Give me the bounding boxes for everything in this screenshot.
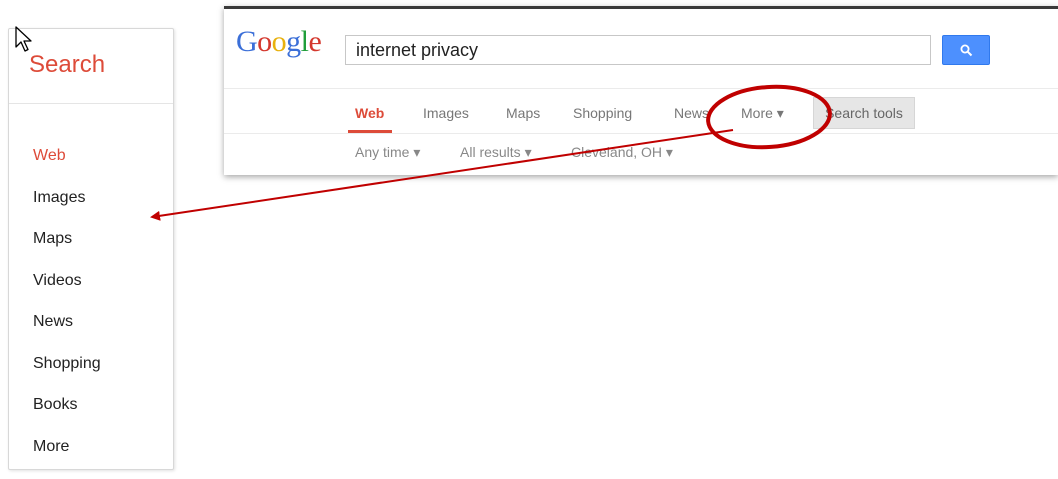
nav-divider	[224, 88, 1058, 89]
sidebar-item-web[interactable]: Web	[33, 147, 101, 189]
tab-news[interactable]: News	[674, 105, 709, 121]
search-input[interactable]	[346, 36, 930, 64]
filter-any-time[interactable]: Any time ▾	[355, 144, 420, 161]
sidebar-title: Search	[29, 51, 105, 79]
filter-location[interactable]: Cleveland, OH ▾	[571, 144, 673, 161]
tools-divider	[224, 133, 1058, 134]
sidebar-divider	[9, 103, 173, 104]
mouse-cursor-icon	[14, 26, 34, 54]
tab-more[interactable]: More ▾	[741, 105, 784, 122]
google-logo[interactable]: Google	[236, 25, 321, 59]
sidebar-item-shopping[interactable]: Shopping	[33, 355, 101, 397]
left-nav-panel: Search Web Images Maps Videos News Shopp…	[8, 28, 174, 470]
magnifier-icon	[960, 44, 973, 57]
tab-shopping[interactable]: Shopping	[573, 105, 632, 121]
sidebar-list: Web Images Maps Videos News Shopping Boo…	[33, 147, 101, 479]
sidebar-item-more[interactable]: More	[33, 438, 101, 479]
filter-all-results[interactable]: All results ▾	[460, 144, 532, 161]
google-search-header: Google Web Images Maps Shopping News Mor…	[224, 6, 1058, 175]
sidebar-item-maps[interactable]: Maps	[33, 230, 101, 272]
sidebar-item-videos[interactable]: Videos	[33, 272, 101, 314]
sidebar-item-books[interactable]: Books	[33, 396, 101, 438]
sidebar-item-images[interactable]: Images	[33, 189, 101, 231]
search-tools-button[interactable]: Search tools	[813, 97, 915, 129]
sidebar-item-news[interactable]: News	[33, 313, 101, 355]
tab-maps[interactable]: Maps	[506, 105, 540, 121]
search-button[interactable]	[942, 35, 990, 65]
tab-images[interactable]: Images	[423, 105, 469, 121]
search-input-box[interactable]	[345, 35, 931, 65]
tab-web[interactable]: Web	[355, 105, 384, 121]
